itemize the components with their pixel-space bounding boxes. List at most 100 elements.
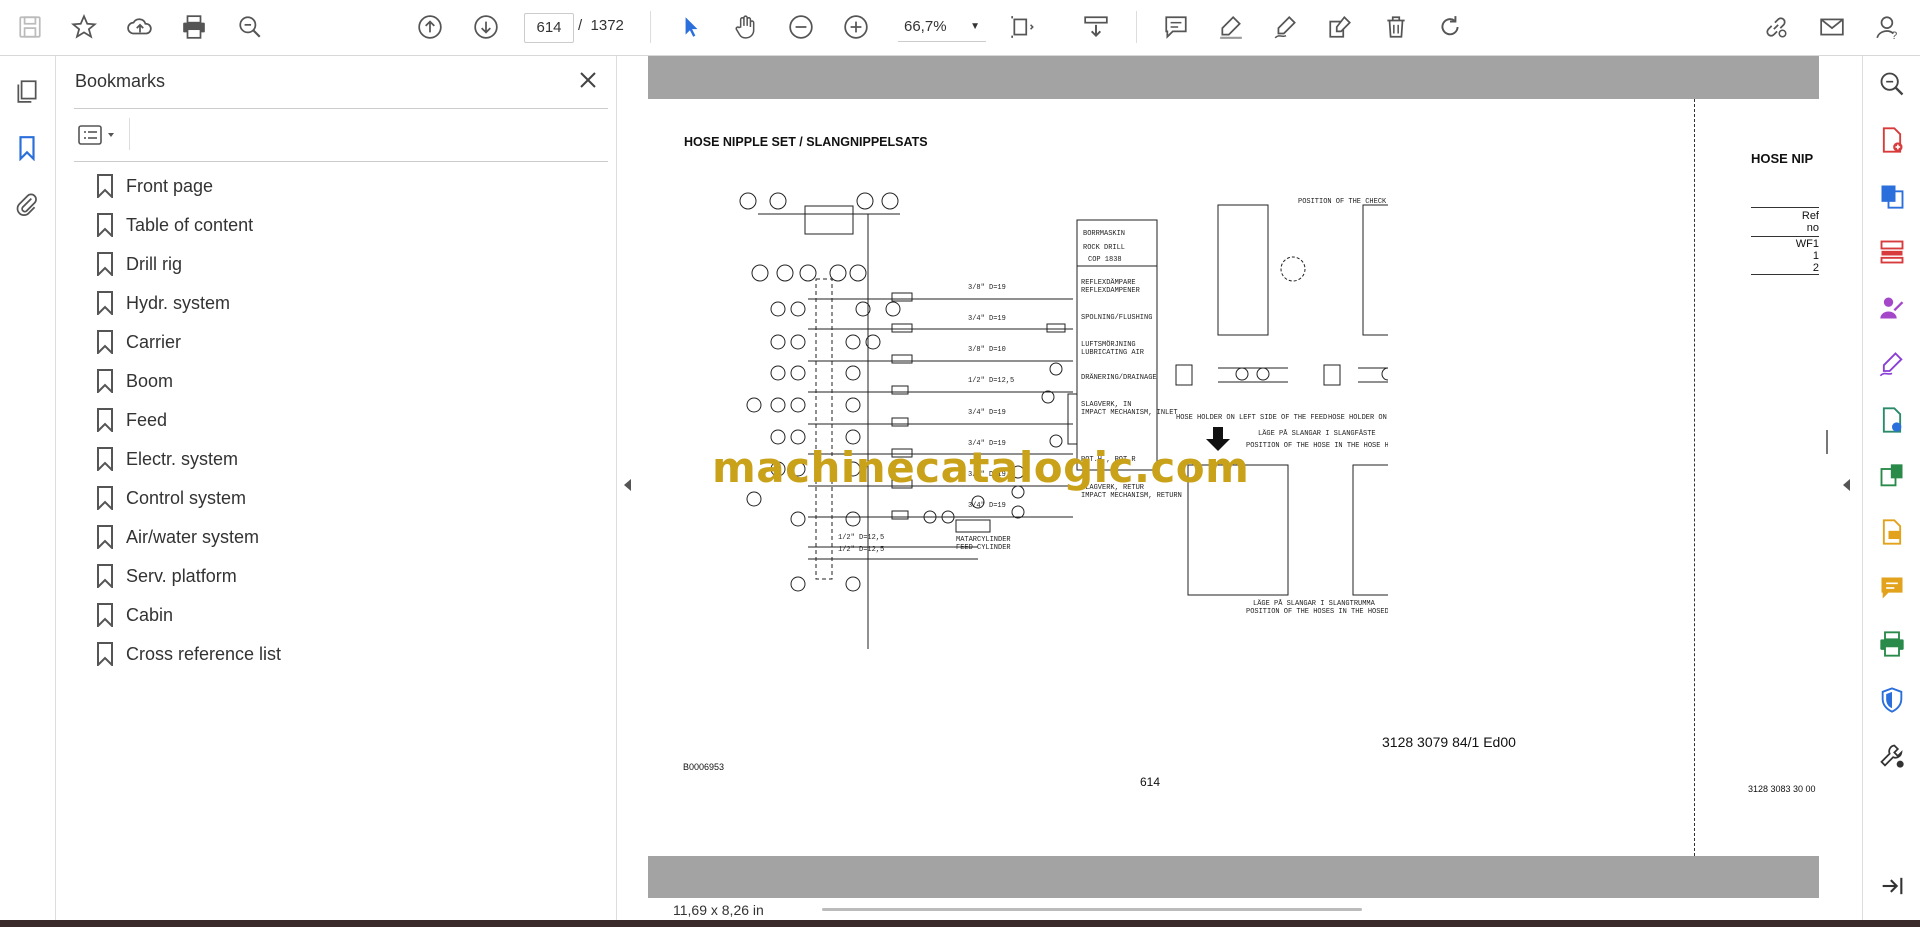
collapse-panel-icon[interactable]: [1876, 870, 1908, 902]
ref-value: WF1: [1795, 238, 1819, 250]
bookmark-drill-rig[interactable]: Drill rig: [96, 249, 182, 279]
bookmark-serv-platform[interactable]: Serv. platform: [96, 561, 237, 591]
share-link-icon[interactable]: [1758, 9, 1794, 45]
svg-text:REFLEXDAMPENER: REFLEXDAMPENER: [1081, 287, 1141, 295]
zoom-in-icon[interactable]: [838, 9, 874, 45]
fill-sign-icon[interactable]: [1876, 348, 1908, 380]
compress-icon[interactable]: [1876, 460, 1908, 492]
bookmark-icon: [97, 330, 113, 354]
sign-icon[interactable]: [1268, 9, 1304, 45]
zoom-search-icon[interactable]: [232, 9, 268, 45]
right-ref-table: Ref no WF1 1 2: [1751, 207, 1819, 275]
svg-text:POSITION OF THE HOSES IN THE H: POSITION OF THE HOSES IN THE HOSEDRUM: [1246, 608, 1388, 616]
svg-text:LUBRICATING AIR: LUBRICATING AIR: [1081, 349, 1145, 357]
bookmark-feed[interactable]: Feed: [96, 405, 167, 435]
comment-tool-icon[interactable]: [1876, 516, 1908, 548]
toolbar-divider: [650, 11, 651, 43]
vertical-scrollbar[interactable]: [1819, 56, 1834, 901]
mail-icon[interactable]: [1814, 9, 1850, 45]
zoom-out-icon[interactable]: [783, 9, 819, 45]
zoom-dropdown-icon[interactable]: ▼: [970, 13, 980, 41]
bookmark-table-of-content[interactable]: Table of content: [96, 210, 253, 240]
taskbar-strip: [0, 920, 1920, 927]
hand-icon[interactable]: [727, 9, 763, 45]
star-icon[interactable]: [66, 9, 102, 45]
panel-divider: [129, 118, 130, 150]
page-layout-icon[interactable]: [1005, 9, 1041, 45]
scroll-icon[interactable]: [1078, 9, 1114, 45]
upload-icon[interactable]: [122, 9, 158, 45]
bookmark-icon: [97, 525, 113, 549]
svg-text:1/2" D=12,5: 1/2" D=12,5: [838, 546, 884, 554]
page-thumbnails-icon[interactable]: [9, 73, 45, 109]
bookmark-cabin[interactable]: Cabin: [96, 600, 173, 630]
zoom-value: 66,7%: [904, 18, 947, 35]
svg-text:REFLEXDÄMPARE: REFLEXDÄMPARE: [1081, 278, 1136, 287]
ref-header: Ref: [1801, 210, 1819, 222]
note-icon[interactable]: [1876, 572, 1908, 604]
bookmark-cross-reference-list[interactable]: Cross reference list: [96, 639, 281, 669]
select-cursor-icon[interactable]: [673, 9, 709, 45]
attachments-icon[interactable]: [9, 186, 45, 222]
edit-pdf-icon[interactable]: [1876, 404, 1908, 436]
svg-text:IMPACT MECHANISM, INLET: IMPACT MECHANISM, INLET: [1081, 409, 1178, 417]
print-production-icon[interactable]: [1876, 628, 1908, 660]
bookmark-icon: [97, 447, 113, 471]
panel-title: Bookmarks: [75, 71, 166, 91]
search-tools-icon[interactable]: [1876, 68, 1908, 100]
panel-divider: [74, 161, 608, 162]
export-pdf-icon[interactable]: [1876, 124, 1908, 156]
bookmark-air-water-system[interactable]: Air/water system: [96, 522, 259, 552]
svg-text:IMPACT MECHANISM, RETURN: IMPACT MECHANISM, RETURN: [1081, 492, 1182, 500]
svg-text:1/2" D=12,5: 1/2" D=12,5: [968, 377, 1014, 385]
organize-pages-icon[interactable]: [1876, 236, 1908, 268]
fill-icon[interactable]: [1322, 9, 1358, 45]
bookmark-panel-icon[interactable]: [9, 130, 45, 166]
bookmark-boom[interactable]: Boom: [96, 366, 173, 396]
comment-icon[interactable]: [1158, 9, 1194, 45]
svg-text:ROCK DRILL: ROCK DRILL: [1083, 244, 1125, 252]
svg-text:3/4" D=19: 3/4" D=19: [968, 502, 1006, 510]
redo-icon[interactable]: [1432, 9, 1468, 45]
account-icon[interactable]: ?: [1870, 9, 1906, 45]
bookmarks-panel: Bookmarks Front page Table of content Dr…: [56, 56, 617, 921]
svg-text:3/8" D=10: 3/8" D=10: [968, 346, 1006, 354]
zoom-select[interactable]: 66,7% ▼: [898, 13, 986, 42]
close-icon[interactable]: [576, 68, 604, 96]
bookmark-front-page[interactable]: Front page: [96, 171, 213, 201]
svg-text:MATARCYLINDER: MATARCYLINDER: [956, 536, 1011, 544]
bookmark-control-system[interactable]: Control system: [96, 483, 246, 513]
bookmark-label: Carrier: [126, 331, 182, 352]
bookmark-icon: [97, 252, 113, 276]
protect-icon[interactable]: [1876, 684, 1908, 716]
pdf-page: HOSE NIPPLE SET / SLANGNIPPELSATS HOSE N…: [648, 99, 1819, 856]
bookmark-carrier[interactable]: Carrier: [96, 327, 181, 357]
page-up-icon[interactable]: [412, 9, 448, 45]
request-signature-icon[interactable]: [1876, 292, 1908, 324]
figure-reference: B0006953: [683, 762, 725, 772]
page-number-input[interactable]: 614: [524, 13, 574, 43]
collapse-right-panel-icon[interactable]: [1842, 478, 1852, 497]
bookmark-icon: [97, 642, 113, 666]
bookmark-electr-system[interactable]: Electr. system: [96, 444, 238, 474]
bookmark-options-button[interactable]: [76, 120, 126, 150]
more-tools-icon[interactable]: [1876, 740, 1908, 772]
delete-icon[interactable]: [1378, 9, 1414, 45]
print-icon[interactable]: [176, 9, 212, 45]
vertical-scrollbar-thumb[interactable]: [1826, 430, 1828, 454]
bookmark-icon: [97, 486, 113, 510]
bookmark-label: Feed: [126, 409, 168, 430]
page-down-icon[interactable]: [468, 9, 504, 45]
save-icon[interactable]: [12, 9, 48, 45]
collapse-left-panel-icon[interactable]: [623, 478, 633, 497]
svg-text:COP 1838: COP 1838: [1088, 256, 1122, 264]
page-cut-line: [1694, 99, 1695, 856]
bookmark-hydr-system[interactable]: Hydr. system: [96, 288, 230, 318]
svg-text:BORRMASKIN: BORRMASKIN: [1083, 230, 1125, 238]
horizontal-scrollbar[interactable]: [822, 908, 1362, 911]
bookmark-label: Hydr. system: [126, 292, 231, 313]
create-pdf-icon[interactable]: [1876, 180, 1908, 212]
svg-text:POSITION OF THE CHECK VALVE: POSITION OF THE CHECK VALVE: [1298, 198, 1388, 206]
highlight-icon[interactable]: [1213, 9, 1249, 45]
bookmark-icon: [97, 369, 113, 393]
